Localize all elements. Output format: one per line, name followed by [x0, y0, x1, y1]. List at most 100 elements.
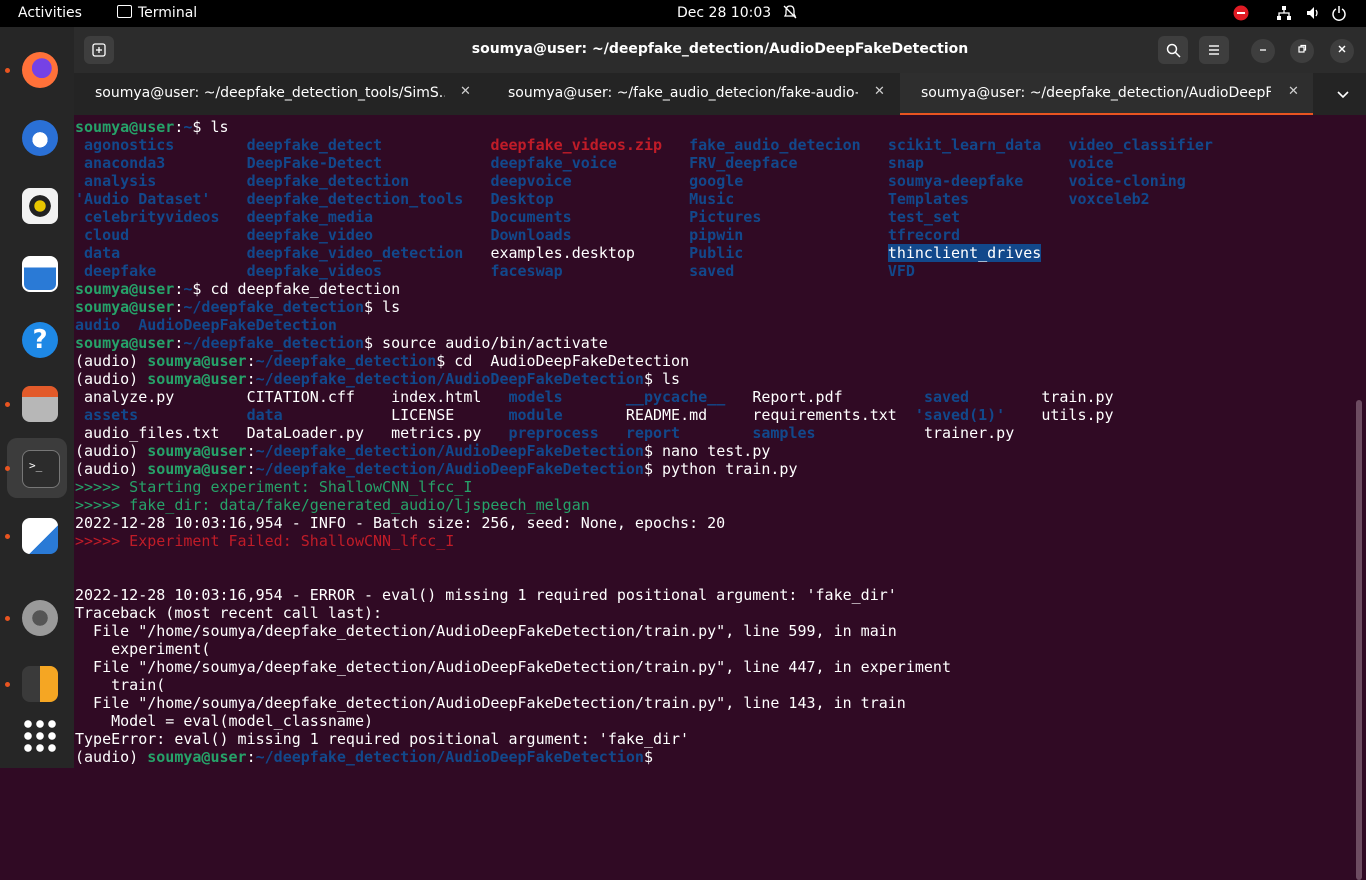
terminal-text: celebrityvideos: [84, 208, 220, 226]
dock-item-libreoffice-writer[interactable]: [7, 244, 67, 304]
dock-item-firefox[interactable]: [7, 40, 67, 100]
terminal-output[interactable]: soumya@user:~$ ls agonostics deepfake_dete…: [74, 115, 1366, 880]
terminal-line: (audio) soumya@user:~/deepfake_detection…: [75, 748, 951, 766]
clock[interactable]: Dec 28 10:03: [677, 5, 771, 21]
terminal-text: voice-cloning: [1068, 172, 1186, 190]
network-icon[interactable]: [1276, 5, 1292, 25]
dock-item-settings[interactable]: [7, 588, 67, 648]
tab-close-icon[interactable]: ✕: [1288, 84, 1299, 99]
running-indicator: [5, 68, 10, 73]
terminal-text: 'Audio Dataset': [75, 190, 211, 208]
terminal-text: analysis: [84, 172, 157, 190]
terminal-text: AudioDeepFakeDetection: [138, 316, 337, 334]
terminal-text: thinclient_drives: [887, 244, 1042, 262]
terminal-text: File "/home/soumya/deepfake_detection/Au…: [75, 694, 906, 712]
tab-3-active[interactable]: soumya@user: ~/deepfake_detection/AudioD…: [900, 73, 1313, 115]
terminal-text: (audio): [75, 352, 148, 370]
record-stop-icon[interactable]: [1233, 5, 1249, 25]
terminal-text: ~/deepfake_detection/AudioDeepFakeDetect…: [255, 460, 644, 478]
dock-item-show-apps[interactable]: [7, 706, 67, 766]
tab-2[interactable]: soumya@user: ~/fake_audio_detecion/fake-…: [487, 73, 900, 115]
terminal-text: train(: [75, 676, 166, 694]
terminal-text: deepfake_detect: [246, 136, 383, 154]
dock-item-text-editor[interactable]: [7, 506, 67, 566]
tab-close-icon[interactable]: ✕: [460, 84, 471, 99]
terminal-text: index.html: [391, 388, 482, 406]
tab-1[interactable]: soumya@user: ~/deepfake_detection_tools/…: [74, 73, 487, 115]
terminal-text: deepfake_detection: [246, 172, 410, 190]
terminal-text: cloud: [84, 226, 130, 244]
terminal-line: experiment(: [75, 640, 951, 658]
top-bar: Activities Terminal Dec 28 10:03: [0, 0, 1366, 27]
terminal-text: deepfake_videos.zip: [490, 136, 663, 154]
minimize-button[interactable]: [1251, 39, 1275, 63]
terminal-text: CITATION.cff: [246, 388, 355, 406]
terminal-text: video_classifier: [1068, 136, 1213, 154]
terminal-text: analyze.py: [84, 388, 175, 406]
dock-item-terminal[interactable]: >_: [7, 438, 67, 498]
terminal-text: fake_audio_detecion: [689, 136, 861, 154]
terminal-line: audio AudioDeepFakeDetection: [75, 316, 951, 334]
terminal-text: scikit_learn_data: [887, 136, 1042, 154]
restore-icon: [1298, 44, 1307, 53]
terminal-line: deepfake deepfake_videos faceswap saved VFD: [75, 262, 951, 280]
close-button[interactable]: [1330, 39, 1354, 63]
terminal-text: Desktop: [490, 190, 554, 208]
terminal-text: :: [246, 748, 256, 766]
terminal-text: examples.desktop: [490, 244, 635, 262]
activities-button[interactable]: Activities: [18, 5, 82, 21]
dock-item-rhythmbox[interactable]: [7, 176, 67, 236]
maximize-button[interactable]: [1290, 39, 1314, 63]
terminal-line: File "/home/soumya/deepfake_detection/Au…: [75, 658, 951, 676]
tab-close-icon[interactable]: ✕: [874, 84, 885, 99]
terminal-text: deepfake_media: [246, 208, 374, 226]
running-indicator: [5, 682, 10, 687]
terminal-text: pipwin: [689, 226, 744, 244]
dock-item-thunderbird[interactable]: [7, 108, 67, 168]
terminal-text: soumya@user: [75, 118, 175, 136]
terminal-text: $: [643, 748, 653, 766]
running-indicator: [5, 466, 10, 471]
dock-item-calculator[interactable]: [7, 654, 67, 714]
files-icon: [22, 386, 58, 422]
terminal-text: >>>>> fake_dir: data/fake/generated_audi…: [75, 496, 590, 514]
terminal-icon: >_: [22, 450, 60, 488]
search-button[interactable]: [1158, 36, 1188, 64]
search-icon: [1166, 43, 1181, 58]
running-indicator: [5, 402, 10, 407]
dock-item-files[interactable]: [7, 374, 67, 434]
app-menu[interactable]: Terminal: [117, 5, 197, 21]
terminal-text: DeepFake-Detect: [246, 154, 383, 172]
terminal-text: ~/deepfake_detection/AudioDeepFakeDetect…: [255, 442, 644, 460]
menu-button[interactable]: [1199, 36, 1229, 64]
dock-item-help[interactable]: ?: [7, 310, 67, 370]
terminal-text: samples: [752, 424, 816, 442]
terminal-text: Documents: [490, 208, 572, 226]
tab-label: soumya@user: ~/fake_audio_detecion/fake-…: [508, 85, 858, 101]
terminal-text: metrics.py: [391, 424, 482, 442]
notifications-off-icon[interactable]: [782, 4, 798, 24]
terminal-text: :: [246, 370, 256, 388]
volume-icon[interactable]: [1305, 5, 1321, 25]
terminal-text: utils.py: [1041, 406, 1114, 424]
terminal-text: (audio): [75, 442, 148, 460]
terminal-text: trainer.py: [923, 424, 1015, 442]
terminal-line: train(: [75, 676, 951, 694]
terminal-text: 2022-12-28 10:03:16,954 - ERROR - eval()…: [75, 586, 897, 604]
scrollbar[interactable]: [1356, 400, 1362, 880]
terminal-text: DataLoader.py: [246, 424, 364, 442]
terminal-text: $ cd AudioDeepFakeDetection: [436, 352, 690, 370]
terminal-text: google: [689, 172, 744, 190]
terminal-line: soumya@user:~/deepfake_detection$ source…: [75, 334, 951, 352]
terminal-text: deepfake_detection_tools: [246, 190, 464, 208]
terminal-text: $ ls: [364, 298, 401, 316]
chevron-down-icon: [1337, 91, 1349, 99]
terminal-line: soumya@user:~$ ls: [75, 118, 951, 136]
dock: ? >_: [0, 27, 74, 768]
tab-label: soumya@user: ~/deepfake_detection/AudioD…: [921, 85, 1271, 101]
power-icon[interactable]: [1331, 5, 1347, 25]
terminal-line: (audio) soumya@user:~/deepfake_detection…: [75, 460, 951, 478]
terminal-text: $ cd deepfake_detection: [192, 280, 401, 298]
tab-overflow-button[interactable]: [1336, 86, 1350, 105]
